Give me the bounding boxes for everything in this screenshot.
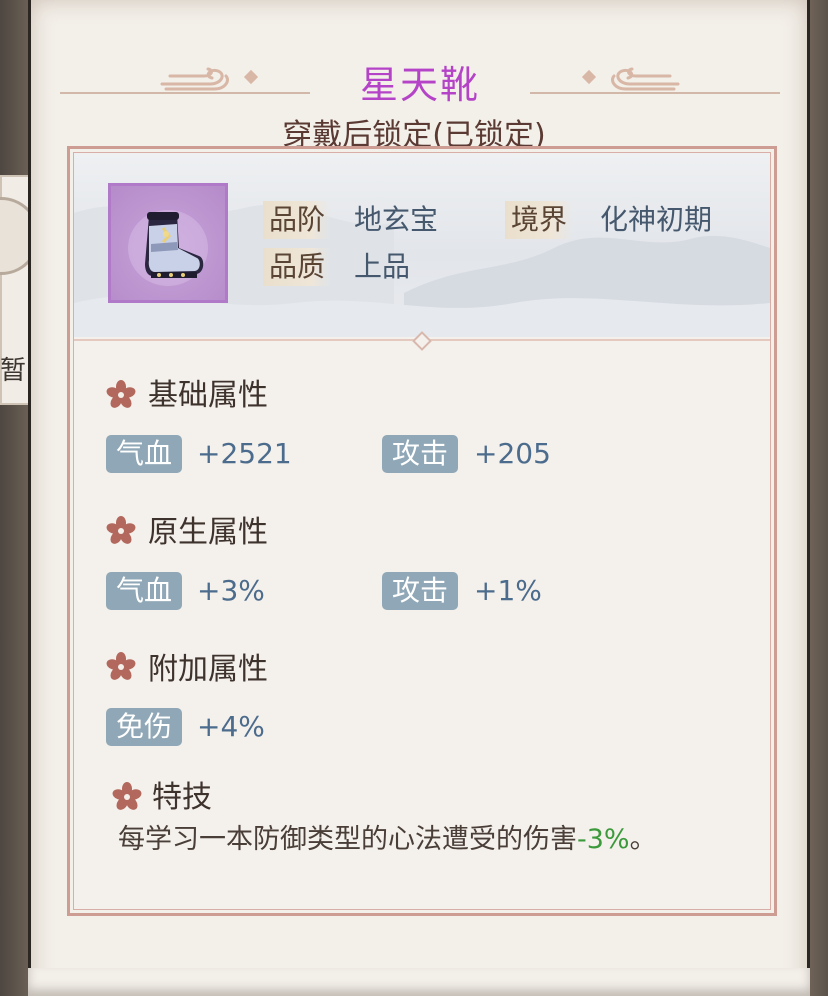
cloud-ornament-icon xyxy=(611,67,680,91)
item-icon-frame[interactable] xyxy=(108,183,228,303)
skill-description: 每学习一本防御类型的心法遭受的伤害-3%。 xyxy=(118,822,730,858)
flower-icon xyxy=(106,516,136,544)
skill-text-highlight: -3% xyxy=(577,824,630,855)
skill-text-main: 每学习一本防御类型的心法遭受的伤害 xyxy=(118,824,577,855)
stat-value-damage-reduction: +4% xyxy=(197,710,265,743)
section-title-base: 基础属性 xyxy=(148,378,268,413)
realm-value: 化神初期 xyxy=(600,203,713,236)
flower-icon xyxy=(106,380,136,408)
boot-icon xyxy=(128,210,208,286)
skill-text-end: 。 xyxy=(629,824,657,855)
stat-value-hp: +2521 xyxy=(197,437,292,470)
stat-tag-damage-reduction: 免伤 xyxy=(106,708,183,746)
grade-value: 地玄宝 xyxy=(354,203,439,236)
flower-icon xyxy=(106,652,136,680)
grade-label: 品阶 xyxy=(263,201,332,239)
stat-value-attack: +205 xyxy=(474,437,551,470)
stat-value-attack: +1% xyxy=(474,574,542,607)
section-title-native: 原生属性 xyxy=(148,515,268,550)
stat-tag-hp: 气血 xyxy=(106,572,183,610)
stat-tag-hp: 气血 xyxy=(106,435,183,473)
stat-value-hp: +3% xyxy=(197,574,265,607)
quality-label: 品质 xyxy=(263,248,332,286)
realm-label: 境界 xyxy=(505,201,574,239)
stat-tag-attack: 攻击 xyxy=(382,435,459,473)
title-row: 星天靴 xyxy=(60,52,780,108)
section-title-extra: 附加属性 xyxy=(148,652,268,687)
scroll-bottom-edge xyxy=(28,968,810,996)
section-title-skill: 特技 xyxy=(152,780,212,815)
stat-tag-attack: 攻击 xyxy=(382,572,459,610)
quality-value: 上品 xyxy=(354,250,411,283)
side-tab-label: 暂 xyxy=(0,356,27,386)
flower-icon xyxy=(112,782,142,810)
